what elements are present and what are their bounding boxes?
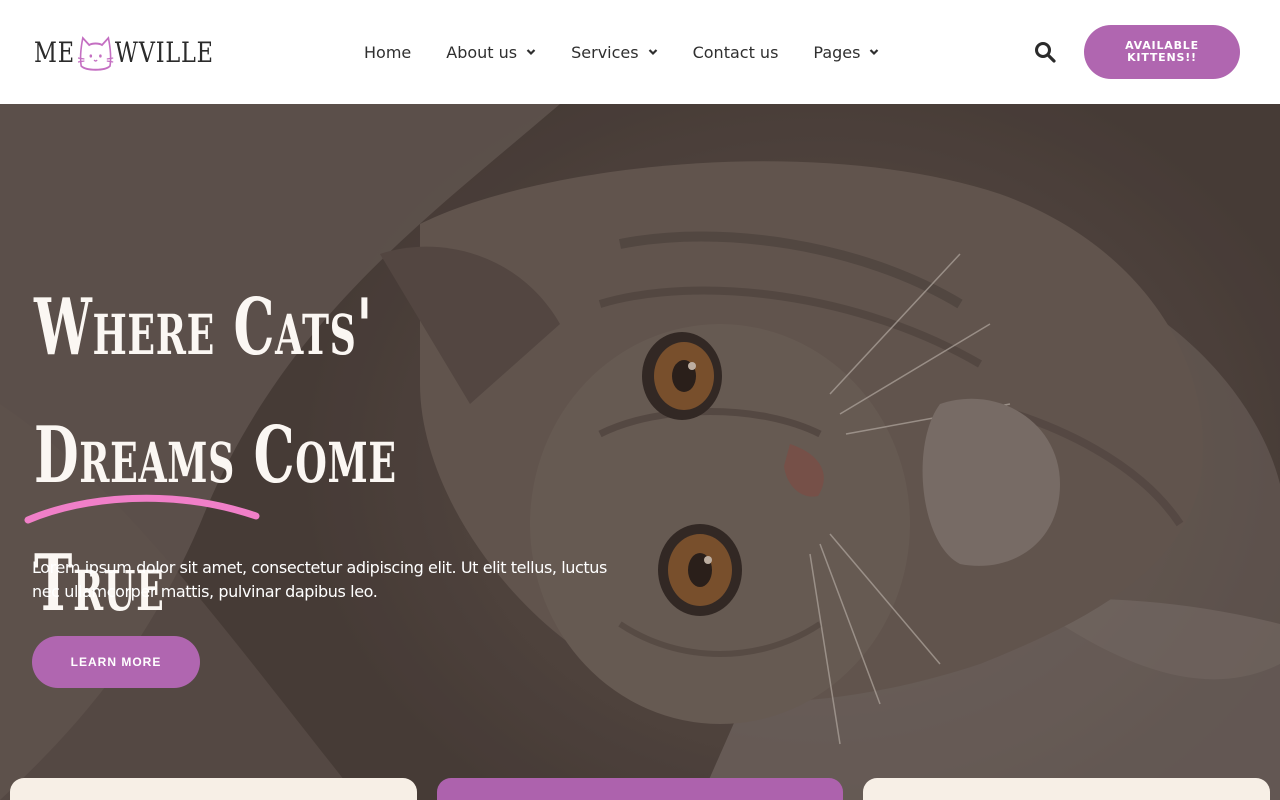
hero-description: Lorem ipsum dolor sit amet, consectetur … bbox=[32, 558, 607, 601]
feature-card-3 bbox=[863, 778, 1270, 800]
nav-pages[interactable]: Pages bbox=[813, 38, 879, 66]
feature-card-2 bbox=[437, 778, 843, 800]
search-icon[interactable] bbox=[1034, 41, 1056, 63]
nav-contact-us[interactable]: Contact us bbox=[693, 38, 779, 66]
hero-title-line-1: Where Cats' bbox=[34, 282, 373, 373]
site-header: ME WVILLE Home About us Services Contact… bbox=[0, 0, 1280, 104]
main-nav: Home About us Services Contact us Pages bbox=[364, 38, 879, 66]
nav-services[interactable]: Services bbox=[571, 38, 657, 66]
nav-home[interactable]: Home bbox=[364, 38, 411, 66]
nav-about-label: About us bbox=[446, 42, 518, 62]
learn-more-button[interactable]: LEARN MORE bbox=[32, 636, 200, 688]
brush-underline-decoration bbox=[24, 494, 260, 524]
nav-pages-label: Pages bbox=[813, 42, 861, 62]
logo-text-left: ME bbox=[34, 35, 75, 69]
feature-card-1 bbox=[10, 778, 417, 800]
available-kittens-button[interactable]: AVAILABLE KITTENS!! bbox=[1084, 25, 1240, 79]
cat-face-icon bbox=[78, 36, 114, 71]
nav-home-label: Home bbox=[364, 42, 412, 62]
site-logo[interactable]: ME WVILLE bbox=[34, 32, 214, 72]
logo-text-right: WVILLE bbox=[114, 35, 214, 69]
hero-section: Where Cats' Dreams Come True Lorem ipsum… bbox=[0, 104, 1280, 800]
nav-contact-label: Contact us bbox=[692, 42, 779, 62]
chevron-down-icon bbox=[648, 49, 657, 56]
chevron-down-icon bbox=[870, 49, 879, 56]
chevron-down-icon bbox=[526, 49, 536, 56]
nav-services-label: Services bbox=[571, 42, 639, 62]
nav-about-us[interactable]: About us bbox=[446, 38, 536, 66]
